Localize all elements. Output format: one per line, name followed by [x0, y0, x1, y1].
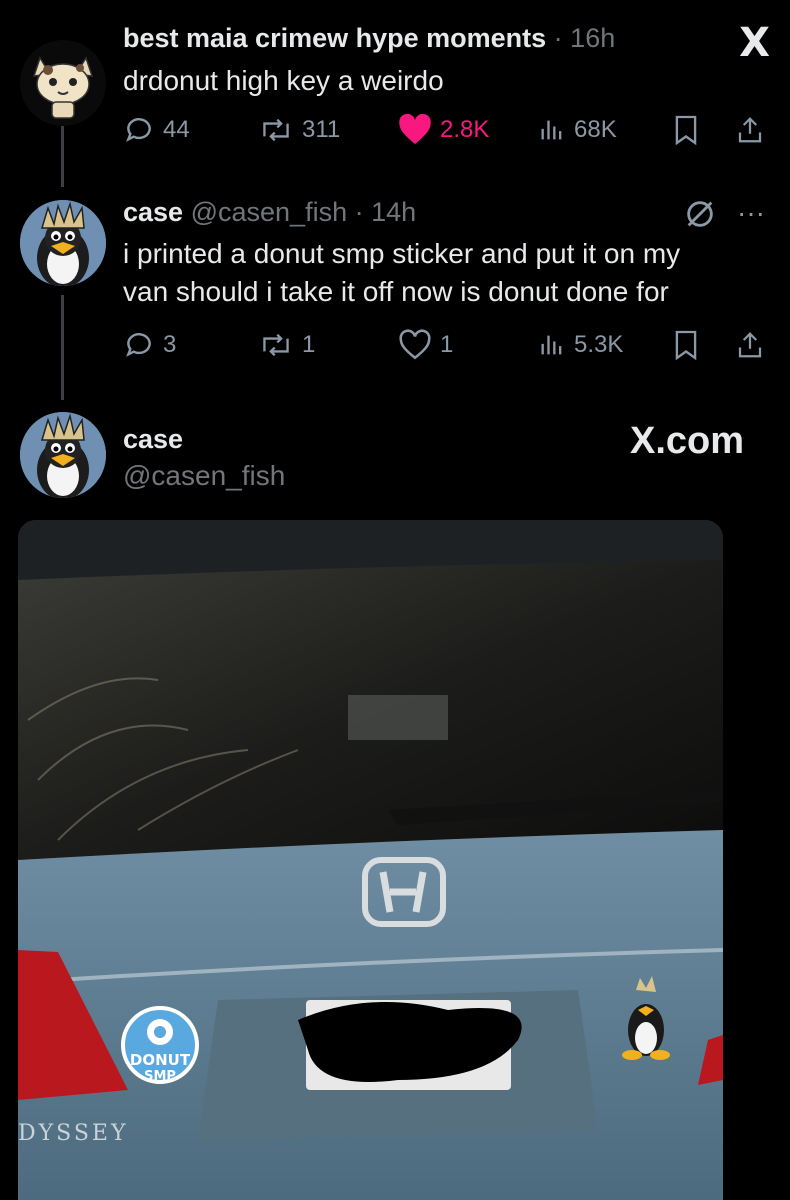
bookmark-icon — [675, 115, 697, 146]
thread-connector-2 — [61, 295, 64, 400]
tweet2-text-line2: van should i take it off now is donut do… — [123, 276, 669, 307]
like-button[interactable]: 1 — [398, 325, 453, 365]
tweet2-text-line1: i printed a donut smp sticker and put it… — [123, 238, 681, 269]
share-icon — [738, 332, 762, 358]
grok-icon[interactable] — [683, 197, 717, 236]
sticker-text-donut: DONUT — [130, 1051, 191, 1069]
share-button[interactable] — [735, 325, 765, 365]
reply-icon — [126, 333, 151, 357]
dot-separator: · — [553, 23, 571, 53]
sticker-text-smp: SMP — [144, 1069, 176, 1084]
tweet2-text: i printed a donut smp sticker and put it… — [123, 235, 680, 311]
views-count: 68K — [574, 116, 617, 143]
avatar-case-embed[interactable] — [20, 412, 106, 498]
heart-icon — [399, 329, 431, 360]
views-button[interactable]: 68K — [538, 110, 617, 150]
embed-handle[interactable]: @casen_fish — [123, 460, 285, 492]
bookmark-button[interactable] — [673, 325, 699, 365]
tweet1-header: best maia crimew hype moments · 16h — [123, 23, 615, 54]
van-photo[interactable]: DONUT SMP DYSSEY — [18, 520, 723, 1200]
share-icon — [738, 117, 762, 143]
more-options-icon[interactable]: ··· — [737, 197, 765, 229]
share-button[interactable] — [735, 110, 765, 150]
like-count: 2.8K — [440, 116, 490, 143]
penguin-avatar-icon — [20, 200, 106, 286]
tweet2-actions: 3 1 1 5.3K — [123, 325, 773, 365]
tweet2-header: case @casen_fish · 14h — [123, 197, 416, 228]
views-icon — [541, 120, 562, 140]
odyssey-badge: DYSSEY — [18, 1121, 129, 1146]
cat-avatar-icon — [20, 40, 106, 126]
avatar-case[interactable] — [20, 200, 106, 286]
repost-count: 1 — [302, 331, 316, 358]
reply-button[interactable]: 44 — [123, 110, 190, 150]
tweet2-display-name[interactable]: case — [123, 197, 183, 227]
tweet1-actions: 44 311 2.8K 68K — [123, 110, 773, 150]
bookmark-button[interactable] — [673, 110, 699, 150]
tweet1-display-name[interactable]: best maia crimew hype moments — [123, 23, 546, 53]
van-rear-image: DONUT SMP DYSSEY — [18, 520, 723, 1200]
reply-count: 44 — [163, 116, 190, 143]
penguin-avatar-icon — [20, 412, 106, 498]
repost-count: 311 — [302, 116, 341, 143]
repost-icon — [263, 118, 289, 142]
like-button[interactable]: 2.8K — [398, 110, 489, 150]
x-logo-icon: X — [739, 20, 770, 66]
embed-display-name[interactable]: case — [123, 424, 183, 455]
tweet2-time[interactable]: 14h — [371, 197, 416, 227]
repost-button[interactable]: 1 — [258, 325, 315, 365]
heart-filled-icon — [399, 114, 431, 145]
views-count: 5.3K — [574, 331, 624, 358]
views-icon — [541, 335, 562, 355]
like-count: 1 — [440, 331, 454, 358]
dot-separator: · — [354, 197, 364, 227]
bookmark-icon — [675, 330, 697, 361]
repost-button[interactable]: 311 — [258, 110, 340, 150]
thread-connector-1 — [61, 125, 64, 187]
x-com-logo[interactable]: X.com — [630, 420, 744, 463]
views-button[interactable]: 5.3K — [538, 325, 623, 365]
reply-count: 3 — [163, 331, 177, 358]
reply-icon — [126, 118, 151, 142]
reply-button[interactable]: 3 — [123, 325, 176, 365]
tweet1-time[interactable]: 16h — [570, 23, 615, 53]
tweet2-handle[interactable]: @casen_fish — [191, 197, 348, 227]
tweet1-text: drdonut high key a weirdo — [123, 65, 444, 96]
avatar-best-maia[interactable] — [20, 40, 106, 126]
repost-icon — [263, 333, 289, 357]
